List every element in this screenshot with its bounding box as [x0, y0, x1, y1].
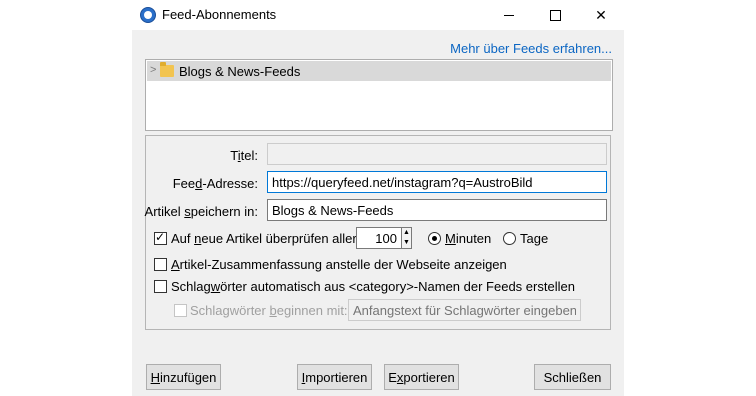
window-title: Feed-Abonnements: [162, 7, 277, 22]
tag-prefix-checkbox[interactable]: [174, 304, 187, 317]
learn-more-link[interactable]: Mehr über Feeds erfahren...: [450, 41, 612, 56]
title-field[interactable]: [267, 143, 607, 165]
close-icon: ✕: [595, 6, 607, 23]
interval-input[interactable]: [356, 227, 402, 249]
check-new-articles-label[interactable]: Auf neue Artikel überprüfen aller: [171, 231, 357, 246]
feed-tree[interactable]: > Blogs & News-Feeds: [145, 59, 613, 131]
days-label[interactable]: Tage: [520, 231, 548, 246]
store-in-label: Artikel speichern in:: [144, 204, 258, 219]
export-button[interactable]: Ex portieren: [384, 364, 459, 390]
store-in-folder-picker[interactable]: Blogs & News-Feeds: [267, 199, 607, 221]
close-button[interactable]: ✕: [578, 0, 624, 30]
folder-icon: [160, 62, 174, 77]
maximize-icon: [549, 9, 561, 21]
minimize-button[interactable]: [486, 0, 532, 30]
expand-chevron-icon[interactable]: >: [150, 64, 156, 76]
minimize-icon: [504, 14, 514, 16]
background-left: [0, 0, 132, 396]
show-summary-checkbox[interactable]: [154, 258, 167, 271]
maximize-button[interactable]: [532, 0, 578, 30]
minutes-label[interactable]: Minuten: [445, 231, 491, 246]
tag-prefix-field[interactable]: [348, 299, 581, 321]
title-bar: Feed-Abonnements ✕: [132, 0, 624, 30]
minutes-radio[interactable]: [428, 232, 441, 245]
feed-address-field[interactable]: [267, 171, 607, 193]
spin-down-icon[interactable]: ▼: [402, 238, 411, 248]
close-dialog-button[interactable]: Schließen: [534, 364, 611, 390]
tag-prefix-label: Schlagwörter beginnen mit:: [190, 303, 348, 318]
import-button[interactable]: Importieren: [297, 364, 372, 390]
feed-address-label: Feed-Adresse:: [172, 176, 258, 191]
show-summary-label[interactable]: Artikel-Zusammenfassung anstelle der Web…: [171, 257, 507, 272]
auto-tags-checkbox[interactable]: [154, 280, 167, 293]
days-radio[interactable]: [503, 232, 516, 245]
tree-item-blogs-news-feeds[interactable]: > Blogs & News-Feeds: [147, 61, 611, 81]
auto-tags-label[interactable]: Schlagwörter automatisch aus <category>-…: [171, 279, 575, 294]
check-new-articles-checkbox[interactable]: [154, 230, 167, 245]
tree-item-label: Blogs & News-Feeds: [179, 64, 301, 79]
background-right: [624, 0, 756, 396]
interval-spinner[interactable]: ▲ ▼: [402, 227, 412, 249]
add-button[interactable]: Hinzufügen: [146, 364, 221, 390]
feed-subscriptions-dialog: Feed-Abonnements ✕ Mehr über Feeds erfah…: [132, 0, 624, 396]
thunderbird-icon: [140, 7, 156, 23]
spin-up-icon[interactable]: ▲: [402, 228, 411, 238]
title-label: Titel:: [230, 148, 258, 163]
